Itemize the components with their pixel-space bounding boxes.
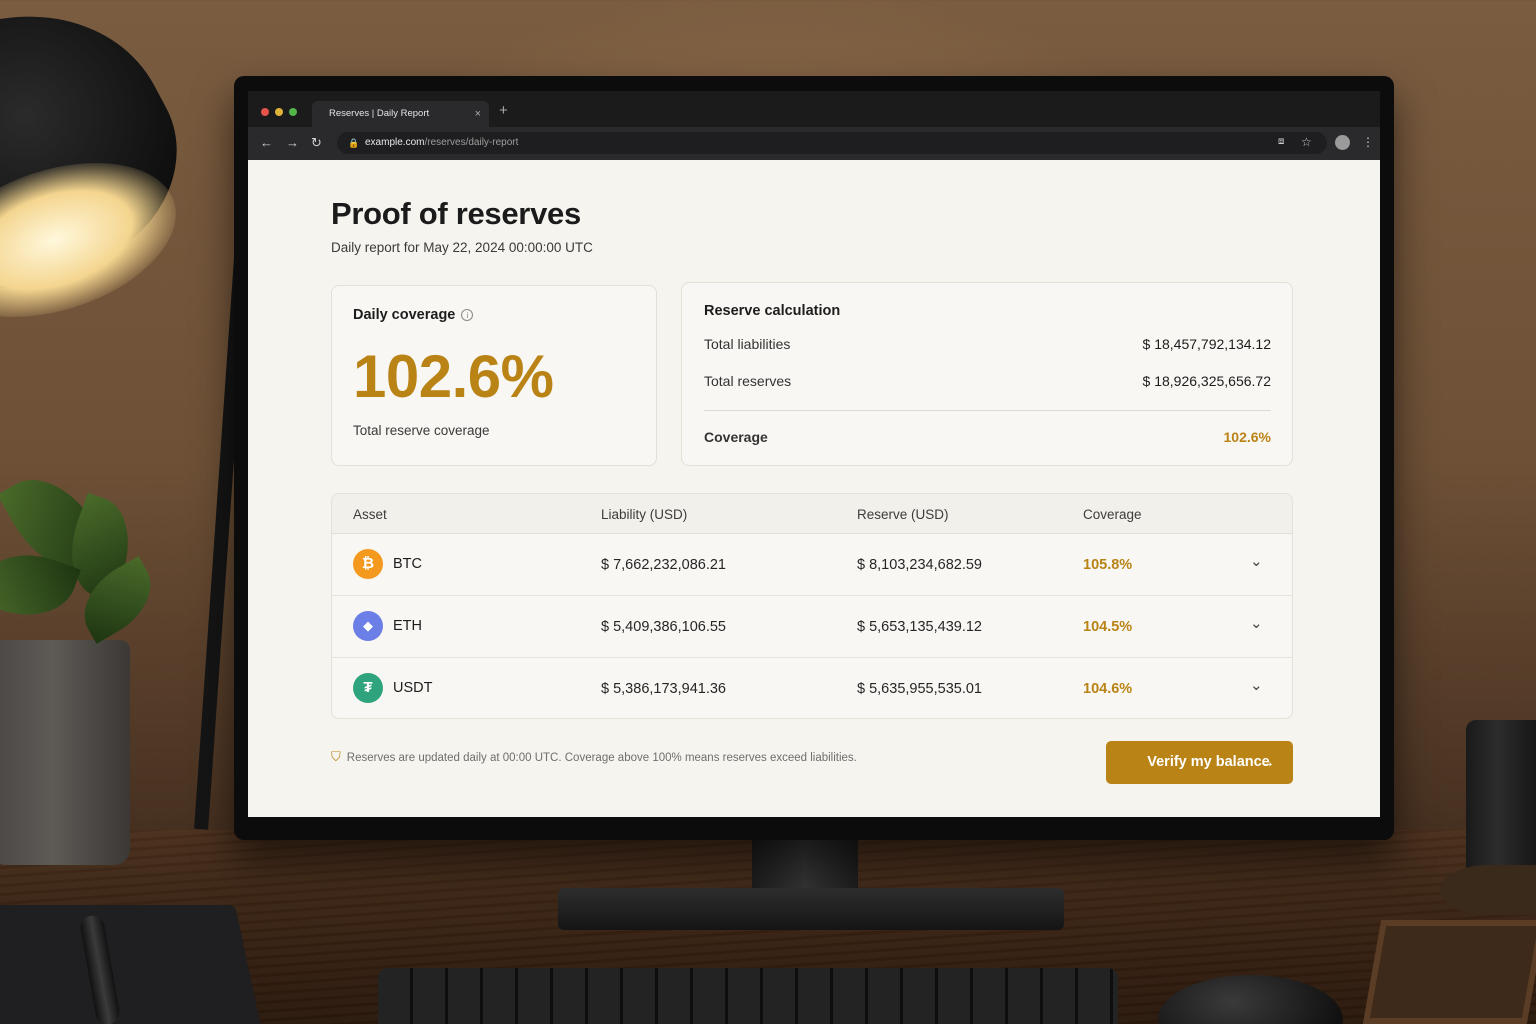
- reserve-calculation-card: Reserve calculation Total liabilities $ …: [681, 282, 1293, 466]
- browser-toolbar: ← → ↻ 🔒 example.com/reserves/daily-repor…: [248, 127, 1380, 160]
- column-header-liability: Liability (USD): [601, 507, 688, 522]
- shield-check-icon: ⛉: [331, 749, 341, 764]
- page-subtitle: Daily report for May 22, 2024 00:00:00 U…: [331, 240, 593, 255]
- new-tab-icon[interactable]: +: [499, 102, 508, 119]
- page-content: Proof of reserves Daily report for May 2…: [248, 160, 1380, 817]
- lock-icon: 🔒: [348, 138, 360, 148]
- table-row-eth[interactable]: ◆ ETH $ 5,409,386,106.55 $ 5,653,135,439…: [332, 596, 1292, 658]
- notebook: [0, 905, 265, 1024]
- column-header-reserve: Reserve (USD): [857, 507, 949, 522]
- coverage-value: 104.6%: [1083, 681, 1133, 697]
- daily-coverage-card: Daily coverage i 102.6% Total reserve cov…: [331, 285, 657, 466]
- reserve-value: $ 8,103,234,682.59: [857, 557, 982, 573]
- coaster: [1440, 865, 1536, 915]
- bookmark-star-icon[interactable]: ☆: [1301, 135, 1312, 149]
- chevron-down-icon[interactable]: ⌄: [1250, 552, 1263, 570]
- ethereum-icon: ◆: [353, 611, 383, 641]
- liability-value: $ 5,386,173,941.36: [601, 681, 726, 697]
- liability-value: $ 5,409,386,106.55: [601, 619, 726, 635]
- daily-coverage-value: 102.6%: [353, 343, 554, 410]
- menu-kebab-icon[interactable]: ⋮: [1362, 135, 1374, 149]
- browser-tab-title: Reserves | Daily Report: [329, 108, 430, 119]
- footer-note: ⛉ Reserves are updated daily at 00:00 UTC…: [331, 749, 857, 765]
- keyboard: [378, 968, 1118, 1024]
- coverage-label: Coverage: [704, 429, 768, 445]
- browser-tab[interactable]: Reserves | Daily Report ×: [312, 101, 489, 127]
- table-header: Asset Liability (USD) Reserve (USD) Cove…: [332, 494, 1292, 534]
- column-header-asset: Asset: [353, 507, 387, 522]
- window-maximize-control[interactable]: [289, 108, 297, 116]
- asset-name: USDT: [393, 680, 433, 696]
- forward-icon[interactable]: →: [286, 135, 299, 150]
- daily-coverage-label: Daily coverage: [353, 307, 456, 323]
- total-liabilities-row: Total liabilities $ 18,457,792,134.12: [704, 336, 1271, 352]
- column-header-coverage: Coverage: [1083, 507, 1142, 522]
- verify-balance-label: Verify my balance: [1147, 754, 1270, 770]
- asset-name: BTC: [393, 556, 422, 572]
- browser-tab-bar: Reserves | Daily Report × +: [248, 91, 1380, 127]
- verify-balance-button[interactable]: Verify my balance →: [1106, 741, 1293, 784]
- liability-value: $ 7,662,232,086.21: [601, 557, 726, 573]
- total-liabilities-value: $ 18,457,792,134.12: [1142, 336, 1271, 352]
- chevron-down-icon[interactable]: ⌄: [1250, 676, 1263, 694]
- daily-coverage-label-row: Daily coverage i: [353, 307, 474, 323]
- coverage-value: 104.5%: [1083, 619, 1133, 635]
- reserve-value: $ 5,653,135,439.12: [857, 619, 982, 635]
- window-minimize-control[interactable]: [275, 108, 283, 116]
- arrow-right-icon: →: [1259, 754, 1275, 771]
- coverage-value: 102.6%: [1223, 429, 1271, 445]
- monitor-stand-base: [558, 888, 1064, 930]
- footer-note-text: Reserves are updated daily at 00:00 UTC.…: [346, 752, 857, 764]
- info-icon[interactable]: i: [461, 309, 474, 321]
- bitcoin-icon: ₿: [353, 549, 383, 579]
- window-close-control[interactable]: [261, 108, 269, 116]
- asset-table: Asset Liability (USD) Reserve (USD) Cove…: [331, 493, 1293, 719]
- daily-coverage-caption: Total reserve coverage: [353, 423, 490, 438]
- url-host: example.com: [365, 137, 425, 148]
- table-row-usdt[interactable]: ₮ USDT $ 5,386,173,941.36 $ 5,635,955,53…: [332, 658, 1292, 718]
- table-row-btc[interactable]: ₿ BTC $ 7,662,232,086.21 $ 8,103,234,682…: [332, 534, 1292, 596]
- cast-icon[interactable]: ⧈: [1278, 136, 1284, 147]
- coverage-row: Coverage 102.6%: [704, 429, 1271, 445]
- tether-icon: ₮: [353, 673, 383, 703]
- desk-tray: [1362, 920, 1536, 1024]
- reload-icon[interactable]: ↻: [311, 135, 322, 151]
- reserve-value: $ 5,635,955,535.01: [857, 681, 982, 697]
- monitor-screen: Reserves | Daily Report × + ← → ↻ 🔒 exam…: [248, 91, 1380, 817]
- calc-divider: [704, 410, 1271, 411]
- total-reserves-label: Total reserves: [704, 373, 792, 389]
- total-reserves-row: Total reserves $ 18,926,325,656.72: [704, 373, 1271, 389]
- asset-name: ETH: [393, 618, 422, 634]
- back-icon[interactable]: ←: [260, 135, 273, 150]
- total-liabilities-label: Total liabilities: [704, 336, 791, 352]
- profile-avatar[interactable]: [1335, 135, 1350, 150]
- coverage-value: 105.8%: [1083, 557, 1133, 573]
- page-title: Proof of reserves: [331, 196, 581, 231]
- url-path: /reserves/daily-report: [424, 137, 519, 148]
- reserve-calculation-title: Reserve calculation: [704, 303, 841, 319]
- address-bar[interactable]: 🔒 example.com/reserves/daily-report: [337, 132, 1327, 154]
- tab-close-icon[interactable]: ×: [475, 101, 481, 127]
- chevron-down-icon[interactable]: ⌄: [1250, 614, 1263, 632]
- total-reserves-value: $ 18,926,325,656.72: [1142, 373, 1271, 389]
- plant-pot: [0, 640, 130, 865]
